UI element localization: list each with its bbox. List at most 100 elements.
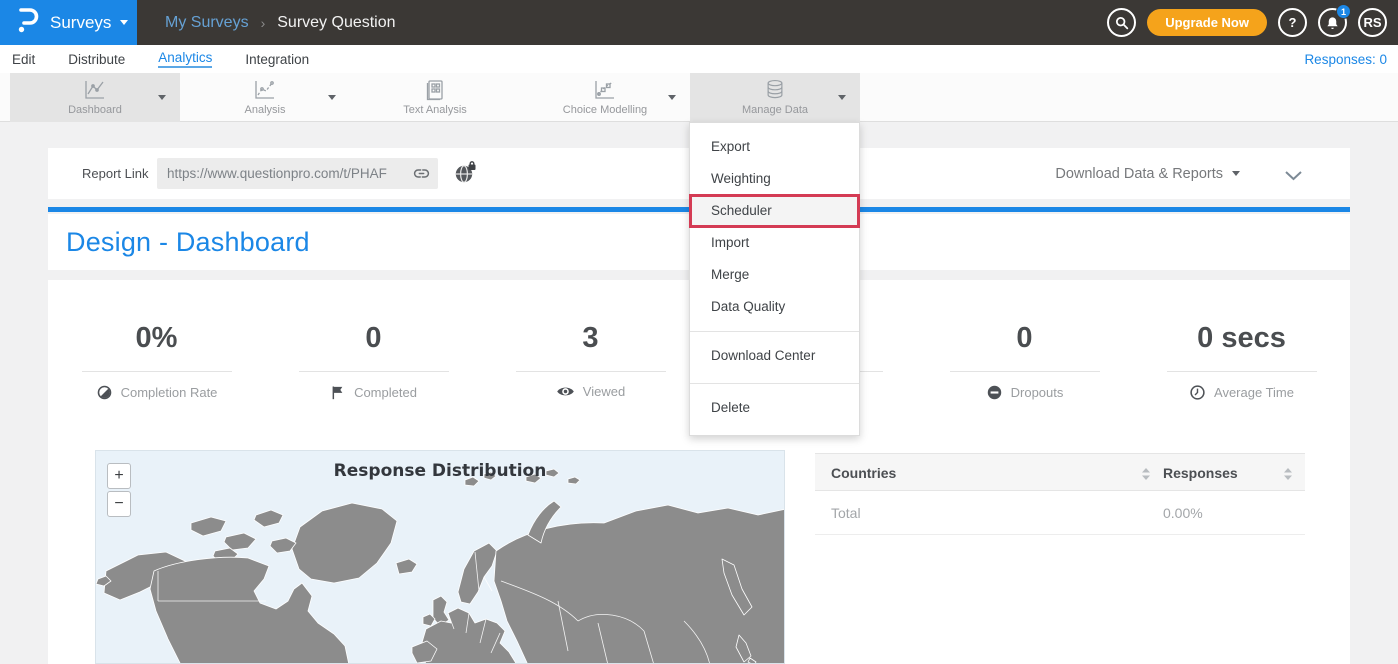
map-zoom-in-button[interactable]: + bbox=[107, 463, 131, 489]
surveys-caret-icon bbox=[120, 20, 128, 25]
average-time-value: 0 secs bbox=[1133, 322, 1350, 358]
countries-table-header: Countries Responses bbox=[815, 453, 1305, 491]
database-icon bbox=[763, 79, 787, 101]
viewed-value: 3 bbox=[482, 322, 699, 358]
sort-icon-responses[interactable] bbox=[1283, 467, 1293, 485]
choice-modelling-icon bbox=[593, 79, 617, 101]
tab-analysis-caret-icon bbox=[328, 95, 336, 100]
stat-viewed: 3 Viewed bbox=[482, 280, 699, 420]
menu-item-import[interactable]: Import bbox=[690, 227, 859, 259]
text-analysis-icon bbox=[423, 79, 447, 101]
column-header-countries[interactable]: Countries bbox=[831, 454, 896, 492]
survey-nav-links: Edit Distribute Analytics Integration bbox=[12, 45, 309, 73]
minus-circle-icon bbox=[986, 384, 1003, 401]
table-row-total: Total 0.00% bbox=[815, 491, 1305, 535]
breadcrumb-parent-link[interactable]: My Surveys bbox=[165, 14, 249, 32]
tab-analysis-label: Analysis bbox=[245, 104, 286, 116]
eye-icon bbox=[556, 384, 575, 399]
world-map bbox=[96, 451, 785, 664]
collapse-chevron-icon[interactable] bbox=[1285, 168, 1302, 186]
notifications-button[interactable]: 1 bbox=[1318, 8, 1347, 37]
avatar-initials: RS bbox=[1363, 15, 1381, 30]
link-icon[interactable] bbox=[412, 164, 431, 188]
column-header-responses[interactable]: Responses bbox=[1163, 454, 1238, 492]
map-zoom-controls: + − bbox=[107, 463, 131, 517]
completion-rate-value: 0% bbox=[48, 322, 265, 358]
sort-icon-countries[interactable] bbox=[1141, 467, 1151, 485]
questionpro-logo-icon bbox=[14, 5, 40, 40]
tab-analysis[interactable]: Analysis bbox=[180, 73, 350, 122]
page-title: Design - Dashboard bbox=[66, 214, 310, 270]
menu-item-scheduler[interactable]: Scheduler bbox=[690, 195, 859, 227]
tab-choice-modelling[interactable]: Choice Modelling bbox=[520, 73, 690, 122]
breadcrumb-current: Survey Question bbox=[277, 14, 395, 32]
nav-item-analytics[interactable]: Analytics bbox=[158, 50, 212, 68]
dropouts-value: 0 bbox=[916, 322, 1133, 358]
countries-table: Countries Responses Total 0.00% bbox=[815, 453, 1305, 535]
menu-item-weighting[interactable]: Weighting bbox=[690, 163, 859, 195]
nav-item-edit[interactable]: Edit bbox=[12, 52, 35, 67]
tab-dashboard-caret-icon bbox=[158, 95, 166, 100]
completed-label: Completed bbox=[354, 385, 417, 400]
stat-divider bbox=[1167, 371, 1317, 372]
search-button[interactable] bbox=[1107, 8, 1136, 37]
tab-choice-modelling-label: Choice Modelling bbox=[563, 104, 647, 116]
responses-count: Responses: 0 bbox=[1304, 45, 1387, 73]
tab-dashboard[interactable]: Dashboard bbox=[10, 73, 180, 122]
line-chart-icon bbox=[83, 79, 107, 101]
menu-item-export[interactable]: Export bbox=[690, 131, 859, 163]
average-time-label: Average Time bbox=[1214, 385, 1294, 400]
tab-text-analysis[interactable]: Text Analysis bbox=[350, 73, 520, 122]
map-title: Response Distribution bbox=[96, 461, 784, 481]
stat-divider bbox=[950, 371, 1100, 372]
tab-manage-data-label: Manage Data bbox=[742, 104, 808, 116]
dropouts-label: Dropouts bbox=[1011, 385, 1064, 400]
stat-completed: 0 Completed bbox=[265, 280, 482, 420]
help-button[interactable]: ? bbox=[1278, 8, 1307, 37]
globe-lock-icon[interactable] bbox=[453, 161, 478, 190]
analytics-toolbar: Dashboard Analysis Text Analysis Choice … bbox=[0, 73, 1398, 122]
tab-choice-modelling-caret-icon bbox=[668, 95, 676, 100]
header-actions: Upgrade Now ? 1 RS bbox=[1107, 0, 1387, 45]
nav-item-integration[interactable]: Integration bbox=[245, 52, 309, 67]
product-label: Surveys bbox=[50, 13, 111, 33]
download-data-reports-label: Download Data & Reports bbox=[1055, 166, 1223, 182]
map-zoom-out-button[interactable]: − bbox=[107, 491, 131, 517]
download-data-reports-dropdown[interactable]: Download Data & Reports bbox=[1055, 148, 1240, 199]
total-responses-value: 0.00% bbox=[1163, 491, 1203, 535]
upgrade-now-button[interactable]: Upgrade Now bbox=[1147, 9, 1267, 36]
notification-badge: 1 bbox=[1336, 4, 1351, 19]
clock-icon bbox=[1189, 384, 1206, 401]
analysis-chart-icon bbox=[253, 79, 277, 101]
search-icon bbox=[1114, 15, 1130, 31]
breadcrumb-separator: › bbox=[261, 15, 266, 31]
menu-item-download-center[interactable]: Download Center bbox=[690, 331, 859, 375]
tab-manage-data-caret-icon bbox=[838, 95, 846, 100]
question-mark-icon: ? bbox=[1289, 15, 1297, 30]
response-distribution-map[interactable]: Response Distribution + − bbox=[95, 450, 785, 664]
user-avatar[interactable]: RS bbox=[1358, 8, 1387, 37]
manage-data-menu: Export Weighting Scheduler Import Merge … bbox=[689, 122, 860, 436]
flag-icon bbox=[330, 384, 346, 401]
stat-divider bbox=[299, 371, 449, 372]
report-url-input[interactable] bbox=[157, 158, 438, 189]
menu-item-delete[interactable]: Delete bbox=[690, 383, 859, 427]
survey-nav: Edit Distribute Analytics Integration Re… bbox=[0, 45, 1398, 73]
report-url-box bbox=[157, 158, 438, 189]
viewed-label: Viewed bbox=[583, 384, 625, 399]
menu-item-merge[interactable]: Merge bbox=[690, 259, 859, 291]
tab-dashboard-label: Dashboard bbox=[68, 104, 122, 116]
breadcrumb: My Surveys › Survey Question bbox=[165, 0, 396, 45]
stat-average-time: 0 secs Average Time bbox=[1133, 280, 1350, 420]
completion-rate-label: Completion Rate bbox=[121, 385, 218, 400]
product-switcher[interactable]: Surveys bbox=[0, 0, 137, 45]
menu-item-data-quality[interactable]: Data Quality bbox=[690, 291, 859, 323]
completed-value: 0 bbox=[265, 322, 482, 358]
tab-manage-data[interactable]: Manage Data bbox=[690, 73, 860, 122]
completion-rate-icon bbox=[96, 384, 113, 401]
stat-divider bbox=[516, 371, 666, 372]
top-header: Surveys My Surveys › Survey Question Upg… bbox=[0, 0, 1398, 45]
nav-item-distribute[interactable]: Distribute bbox=[68, 52, 125, 67]
download-caret-icon bbox=[1232, 171, 1240, 176]
report-link-label: Report Link bbox=[82, 148, 148, 199]
